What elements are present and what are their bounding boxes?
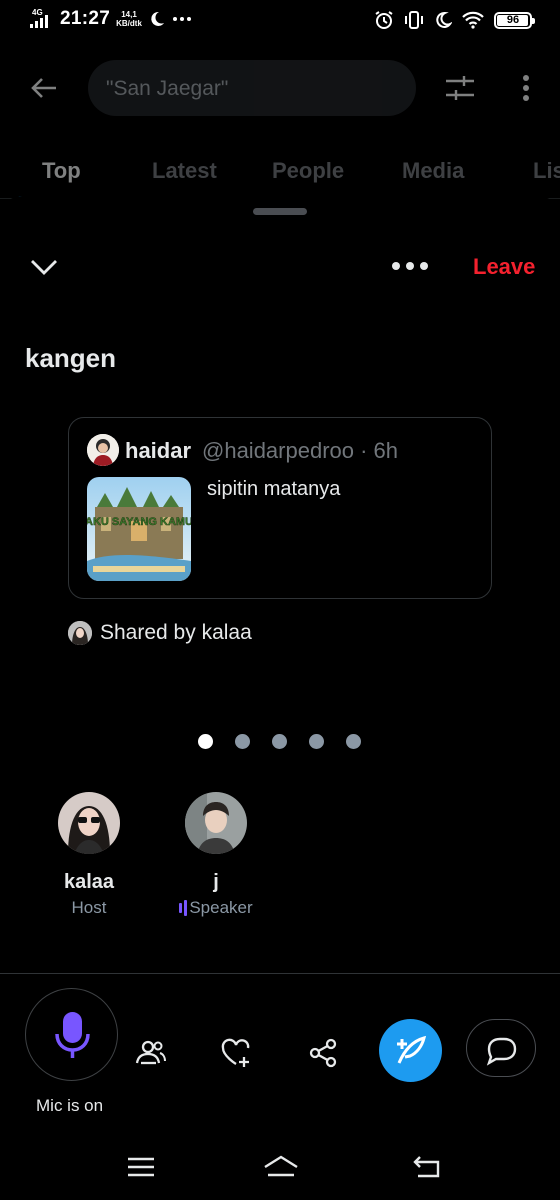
- tab-lists[interactable]: Lists: [533, 158, 560, 184]
- chat-bubble-icon: [486, 1037, 517, 1066]
- tab-latest[interactable]: Latest: [152, 158, 217, 184]
- filter-sliders-icon[interactable]: [444, 72, 476, 104]
- heart-add-icon[interactable]: [216, 1033, 256, 1073]
- dnd-moon-icon: [436, 11, 452, 28]
- avatar: [185, 792, 247, 854]
- shared-by-row: Shared by kalaa: [68, 621, 252, 645]
- compose-post-button[interactable]: [379, 1019, 442, 1082]
- recent-apps-icon[interactable]: [124, 1154, 158, 1180]
- pager-dot[interactable]: [309, 734, 324, 749]
- more-notifications-icon: [172, 17, 191, 21]
- search-tabs: Top Latest People Media Lists: [0, 150, 560, 202]
- alarm-icon: [375, 11, 393, 29]
- mic-status-label: Mic is on: [36, 1096, 104, 1115]
- avatar: [58, 792, 120, 854]
- microphone-icon: [55, 1012, 90, 1058]
- shared-post-card[interactable]: haidar @haidarpedroo · 6h AKU SAYANG KAM…: [68, 417, 492, 599]
- search-header: "San Jaegar": [0, 56, 560, 120]
- pager-dot[interactable]: [198, 734, 213, 749]
- mic-button[interactable]: [25, 988, 118, 1081]
- comments-button[interactable]: [466, 1019, 536, 1077]
- post-text: sipitin matanya: [207, 478, 341, 500]
- participant-role: Speaker: [156, 898, 276, 918]
- search-query: "San Jaegar": [106, 77, 229, 100]
- network-speed: 14,1 KB/dtk: [116, 10, 142, 28]
- clock: 21:27: [60, 8, 111, 29]
- participant-name: kalaa: [63, 871, 115, 893]
- feather-plus-icon: [397, 1035, 427, 1064]
- cell-signal-icon: 4G: [30, 8, 54, 30]
- people-icon[interactable]: [130, 1033, 170, 1073]
- post-author-handle: @haidarpedroo · 6h: [202, 438, 399, 463]
- more-vertical-icon[interactable]: [514, 70, 538, 106]
- status-bar: 4G 21:27 14,1 KB/dtk 96: [0, 0, 560, 44]
- media-text-overlay: AKU SAYANG KAMU: [87, 516, 191, 528]
- search-input[interactable]: "San Jaegar": [88, 60, 416, 116]
- pager-dot[interactable]: [346, 734, 361, 749]
- wifi-icon: [462, 11, 484, 29]
- controls-divider: [0, 973, 560, 974]
- battery-icon: 96: [494, 11, 535, 29]
- carousel-pager: [198, 734, 361, 749]
- participant-role: Host: [71, 898, 107, 917]
- post-media-thumbnail[interactable]: AKU SAYANG KAMU: [87, 477, 191, 581]
- pager-dot[interactable]: [235, 734, 250, 749]
- participant-speaker[interactable]: j Speaker: [156, 792, 276, 918]
- share-icon[interactable]: [303, 1033, 343, 1073]
- space-sheet: Leave kangen haidar @haidarpedroo · 6h A…: [0, 196, 560, 1200]
- tab-top[interactable]: Top: [42, 158, 81, 184]
- leave-button[interactable]: Leave: [473, 254, 535, 280]
- battery-level: 96: [506, 14, 520, 26]
- sharer-avatar: [68, 621, 92, 645]
- shared-by-label: Shared by kalaa: [100, 621, 252, 644]
- space-title: kangen: [25, 343, 117, 373]
- post-author-avatar: [87, 434, 119, 466]
- participant-name: j: [213, 871, 219, 893]
- speaking-indicator-icon: [179, 900, 188, 916]
- participant-host[interactable]: kalaa Host: [29, 792, 149, 918]
- system-navigation-bar: [0, 1140, 560, 1200]
- moon-icon: [151, 11, 164, 26]
- post-author-name: haidar: [125, 438, 192, 463]
- back-arrow-icon[interactable]: [28, 72, 60, 104]
- space-more-options-button[interactable]: [392, 258, 428, 274]
- tab-people[interactable]: People: [272, 158, 344, 184]
- home-icon[interactable]: [262, 1154, 300, 1180]
- sheet-drag-handle[interactable]: [253, 208, 307, 215]
- pager-dot[interactable]: [272, 734, 287, 749]
- back-nav-icon[interactable]: [410, 1154, 444, 1180]
- vibrate-icon: [405, 11, 423, 29]
- tab-media[interactable]: Media: [402, 158, 464, 184]
- chevron-down-icon[interactable]: [28, 254, 60, 280]
